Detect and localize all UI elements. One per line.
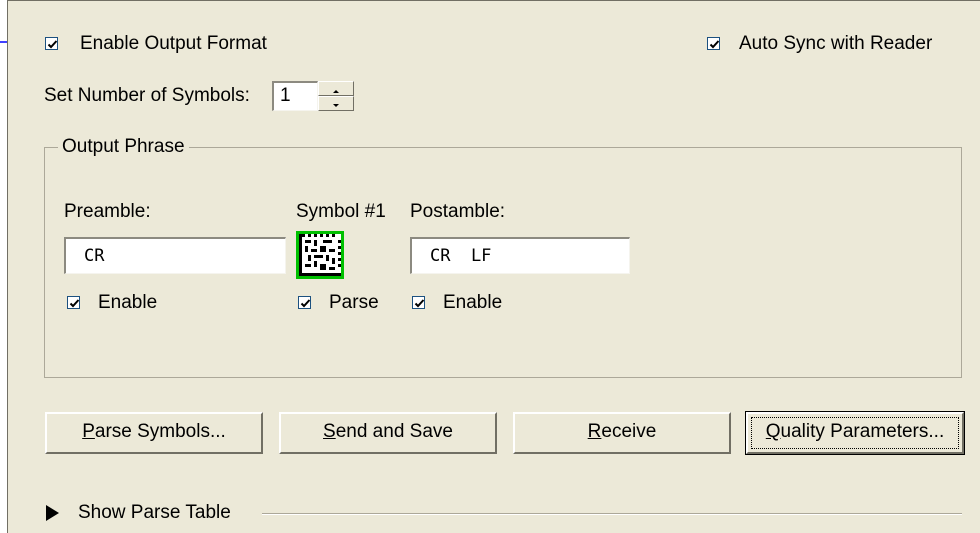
checkmark-icon	[47, 40, 58, 49]
symbol-parse-label: Parse	[329, 292, 379, 313]
preamble-label: Preamble:	[64, 201, 151, 222]
spin-down-button[interactable]	[318, 96, 354, 111]
preamble-enable-label: Enable	[98, 292, 158, 313]
postamble-enable-label: Enable	[443, 292, 503, 313]
show-parse-table-label[interactable]: Show Parse Table	[78, 502, 231, 524]
focus-rect	[751, 417, 959, 449]
checkmark-icon	[69, 299, 80, 308]
enable-output-format-label: Enable Output Format	[80, 33, 267, 54]
parse-symbols-label: arse Symbols...	[94, 421, 226, 442]
quality-parameters-button[interactable]: Quality Parameters...	[745, 411, 965, 455]
chevron-down-icon	[333, 104, 339, 107]
datamatrix-icon	[299, 234, 341, 276]
postamble-input[interactable]: CR LF	[410, 237, 630, 274]
send-and-save-button[interactable]: Send and Save	[279, 412, 497, 454]
symbols-count-input[interactable]: 1	[272, 81, 318, 111]
symbol-parse-checkbox[interactable]	[298, 296, 311, 309]
receive-mnemonic: R	[587, 421, 602, 442]
send-and-save-mnemonic: S	[323, 421, 336, 442]
output-phrase-title: Output Phrase	[58, 136, 189, 158]
receive-label: eceive	[601, 421, 657, 442]
symbols-count-label: Set Number of Symbols:	[44, 85, 250, 106]
spin-up-button[interactable]	[318, 81, 354, 96]
preamble-input[interactable]: CR	[64, 237, 286, 274]
checkmark-icon	[300, 299, 311, 308]
postamble-enable-checkbox[interactable]	[412, 296, 425, 309]
auto-sync-label: Auto Sync with Reader	[739, 33, 933, 54]
send-and-save-label: end and Save	[335, 421, 453, 442]
receive-button[interactable]: Receive	[513, 412, 731, 454]
symbol-datamatrix-icon[interactable]	[296, 231, 344, 279]
auto-sync-checkbox[interactable]	[707, 37, 720, 50]
parse-symbols-mnemonic: P	[82, 421, 95, 442]
expand-arrow-icon[interactable]	[46, 505, 60, 521]
symbol-label: Symbol #1	[296, 201, 386, 222]
checkmark-icon	[414, 299, 425, 308]
checkmark-icon	[709, 40, 720, 49]
postamble-label: Postamble:	[410, 201, 506, 222]
parse-symbols-button[interactable]: Parse Symbols...	[45, 412, 263, 454]
parse-table-separator	[262, 513, 962, 515]
enable-output-format-checkbox[interactable]	[45, 37, 58, 50]
preamble-enable-checkbox[interactable]	[67, 296, 80, 309]
